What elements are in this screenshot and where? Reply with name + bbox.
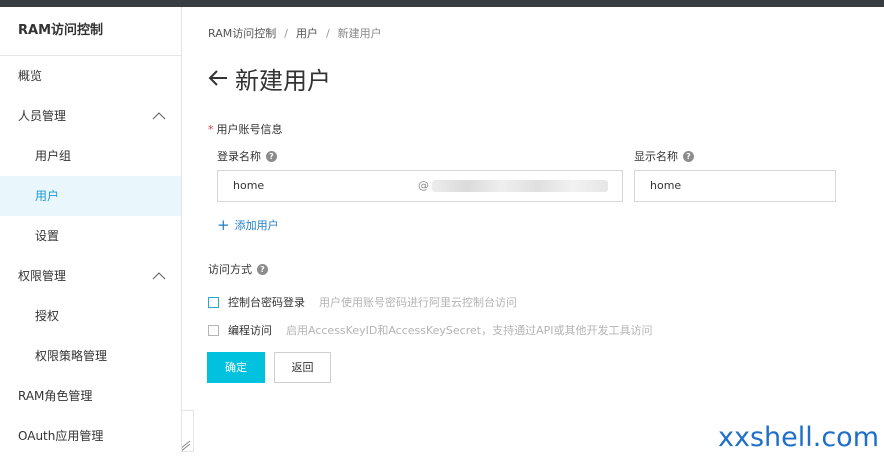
plus-icon: + <box>217 216 230 234</box>
arrow-left-icon[interactable] <box>207 68 229 88</box>
back-button[interactable]: 返回 <box>274 352 331 383</box>
breadcrumb: RAM访问控制 / 用户 / 新建用户 <box>208 25 382 41</box>
sidebar-title: RAM访问控制 <box>0 7 181 56</box>
console-login-hint: 用户使用账号密码进行阿里云控制台访问 <box>319 296 517 309</box>
account-section-text: 用户账号信息 <box>216 123 283 136</box>
sidebar-item-oauth-apps[interactable]: OAuth应用管理 <box>0 416 181 456</box>
ok-button[interactable]: 确定 <box>207 352 265 383</box>
account-section-label: * 用户账号信息 <box>208 121 283 137</box>
sidebar-item-settings[interactable]: 设置 <box>0 216 181 256</box>
required-mark: * <box>208 123 214 136</box>
sidebar-item-users[interactable]: 用户 <box>0 176 181 216</box>
sidebar-item-people-management[interactable]: 人员管理 <box>0 96 181 136</box>
display-name-input[interactable]: home <box>634 170 836 202</box>
display-name-value: home <box>650 179 682 192</box>
login-name-input[interactable]: home @ <box>217 170 623 202</box>
access-method-text: 访问方式 <box>208 263 252 276</box>
programmatic-access-option[interactable]: 编程访问 启用AccessKeyID和AccessKeySecret，支持通过A… <box>208 322 652 338</box>
login-name-label: 登录名称 ? <box>217 148 277 164</box>
help-icon[interactable]: ? <box>266 150 277 162</box>
display-name-label-text: 显示名称 <box>634 150 678 163</box>
sidebar-item-permission-management[interactable]: 权限管理 <box>0 256 181 296</box>
add-user-label: 添加用户 <box>234 219 279 232</box>
watermark: xxshell.com <box>718 422 879 453</box>
console-login-option[interactable]: 控制台密码登录 用户使用账号密码进行阿里云控制台访问 <box>208 294 517 310</box>
main-content: RAM访问控制 / 用户 / 新建用户 新建用户 * 用户账号信息 登录名称 ? 显示名称… <box>183 7 884 452</box>
sidebar: RAM访问控制 概览 人员管理 用户组 用户 设置 权限管理 授权 权限策略管理… <box>0 7 182 452</box>
breadcrumb-separator: / <box>284 27 288 40</box>
help-icon[interactable]: ? <box>683 150 694 162</box>
sidebar-item-label: 权限管理 <box>18 269 67 283</box>
sidebar-item-policy-management[interactable]: 权限策略管理 <box>0 336 181 376</box>
page-title: 新建用户 <box>207 61 331 95</box>
sidebar-item-user-groups[interactable]: 用户组 <box>0 136 181 176</box>
display-name-label: 显示名称 ? <box>634 148 694 164</box>
sidebar-item-ram-roles[interactable]: RAM角色管理 <box>0 376 181 416</box>
help-icon[interactable]: ? <box>257 263 268 275</box>
breadcrumb-ram[interactable]: RAM访问控制 <box>208 27 276 40</box>
breadcrumb-current: 新建用户 <box>337 27 382 40</box>
page-title-text: 新建用户 <box>235 66 331 95</box>
breadcrumb-separator: / <box>325 27 330 40</box>
programmatic-access-checkbox[interactable] <box>208 324 219 336</box>
login-name-label-text: 登录名称 <box>217 150 261 163</box>
redacted-domain <box>432 180 608 192</box>
chevron-up-icon[interactable] <box>151 256 167 296</box>
login-name-value: home <box>233 179 265 192</box>
chevron-up-icon[interactable] <box>151 96 167 136</box>
sidebar-item-authorization[interactable]: 授权 <box>0 296 181 336</box>
console-login-label[interactable]: 控制台密码登录 <box>228 294 305 310</box>
sidebar-item-label: 人员管理 <box>18 109 67 123</box>
access-method-label: 访问方式 ? <box>208 261 268 277</box>
programmatic-access-label[interactable]: 编程访问 <box>228 322 272 338</box>
add-user-link[interactable]: + 添加用户 <box>217 217 279 233</box>
sidebar-item-overview[interactable]: 概览 <box>0 56 181 96</box>
top-bar <box>0 0 884 7</box>
programmatic-access-hint: 启用AccessKeyID和AccessKeySecret，支持通过API或其他… <box>286 324 653 337</box>
console-login-checkbox[interactable] <box>208 296 219 308</box>
breadcrumb-users[interactable]: 用户 <box>296 27 318 40</box>
login-domain-at: @ <box>418 179 429 192</box>
